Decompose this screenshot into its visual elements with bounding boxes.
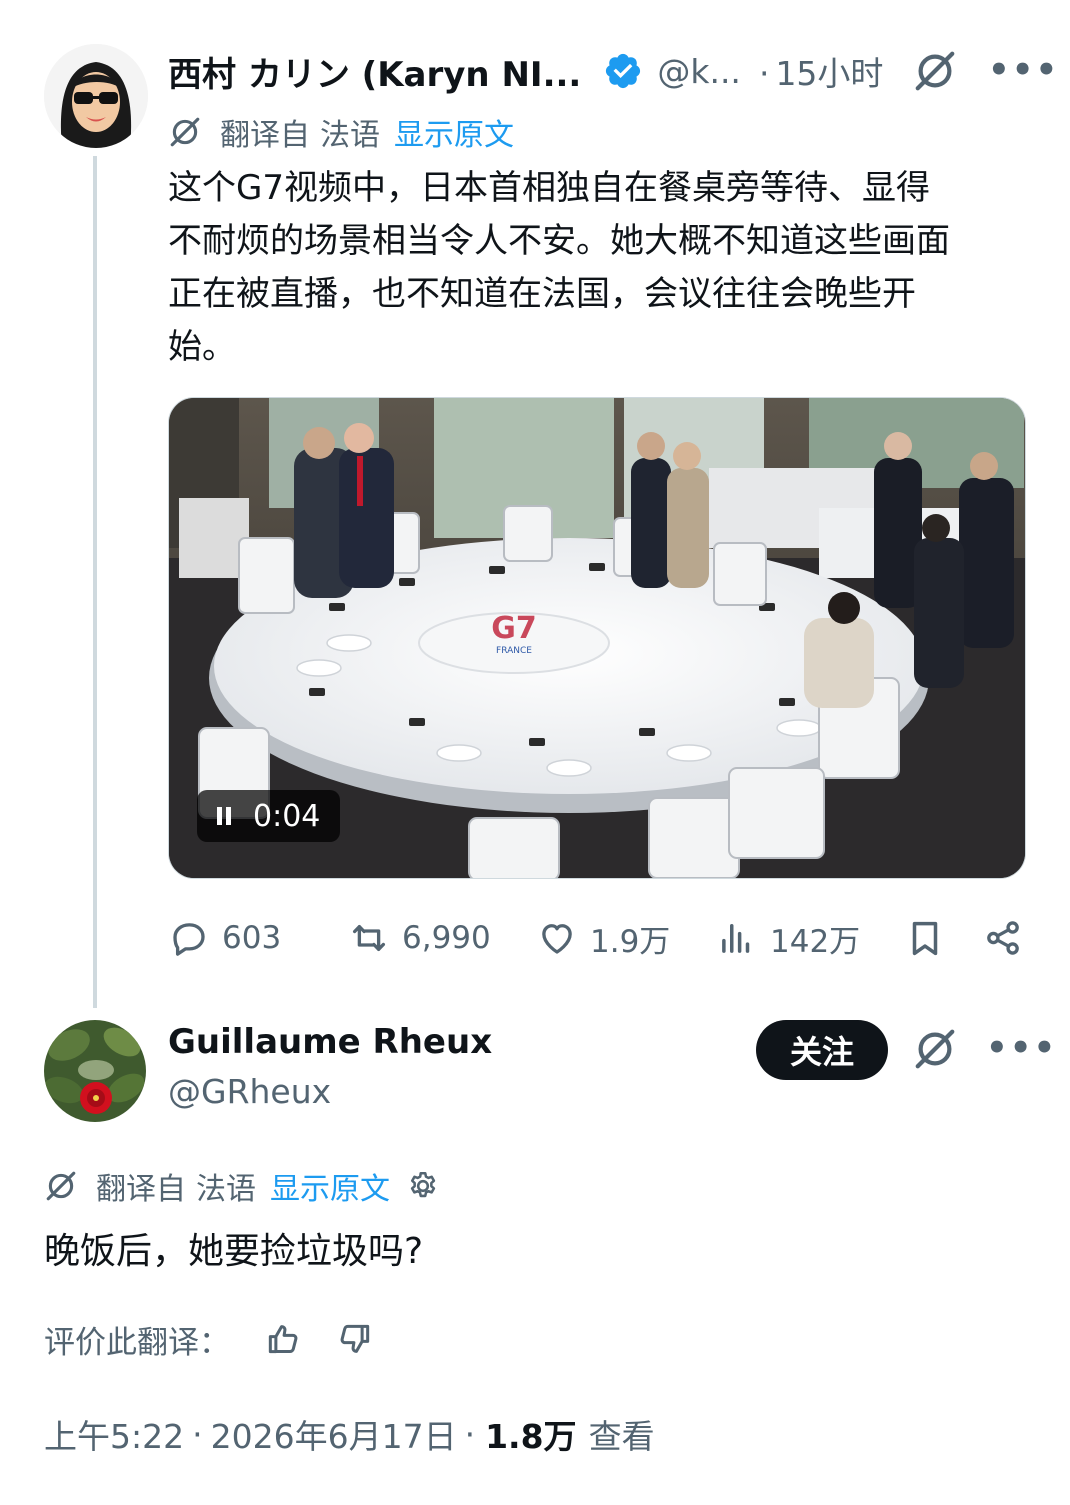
author-handle[interactable]: @k... bbox=[657, 52, 741, 91]
repost-icon bbox=[352, 924, 386, 952]
heart-icon bbox=[542, 924, 572, 954]
translated-from-label: 翻译自 bbox=[96, 1172, 186, 1207]
video-elapsed-time: 0:04 bbox=[253, 798, 321, 834]
source-language: 法语 bbox=[320, 118, 380, 153]
tweet-text: 这个G7视频中，日本首相独自在餐桌旁等待、显得 不耐烦的场景相当令人不安。她大概… bbox=[168, 162, 1048, 374]
reply-button[interactable]: 603 bbox=[168, 910, 281, 966]
show-original-link[interactable]: 显示原文 bbox=[270, 1164, 390, 1208]
translation-bar: 翻译自 法语 显示原文 bbox=[168, 110, 514, 154]
more-options-icon[interactable]: ••• bbox=[986, 1028, 1057, 1068]
reply-count: 603 bbox=[222, 920, 282, 956]
meta-separator: · bbox=[192, 1414, 203, 1454]
verified-badge-icon bbox=[606, 53, 641, 89]
repost-button[interactable]: 6,990 bbox=[348, 910, 491, 966]
reply-author-display-name[interactable]: Guillaume Rheux bbox=[168, 1022, 492, 1062]
video-player[interactable]: G7 FRANCE 0:04 bbox=[168, 397, 1026, 879]
tweet-action-bar: 603 6,990 1.9万 142万 bbox=[168, 910, 1038, 966]
thumbs-down-icon[interactable] bbox=[336, 1320, 374, 1358]
author-display-name[interactable]: 西村 カリン (Karyn NI... bbox=[168, 47, 581, 96]
views-button[interactable]: 142万 bbox=[716, 910, 860, 966]
share-button[interactable] bbox=[982, 910, 1036, 966]
tweet-text-line: 正在被直播，也不知道在法国，会议往往会晚些开 bbox=[168, 274, 916, 314]
reply-author-avatar[interactable] bbox=[44, 1020, 146, 1122]
tweet-text-line: 不耐烦的场景相当令人不安。她大概不知道这些画面 bbox=[168, 221, 950, 261]
bookmark-icon bbox=[912, 921, 938, 956]
rate-translation-row: 评价此翻译： bbox=[44, 1314, 374, 1364]
video-timecode[interactable]: 0:04 bbox=[197, 790, 341, 842]
source-language: 法语 bbox=[196, 1172, 256, 1207]
thumbs-up-icon[interactable] bbox=[264, 1320, 302, 1358]
cartoon-woman-sunglasses-avatar bbox=[44, 44, 148, 148]
meta-separator: · bbox=[464, 1414, 476, 1454]
repost-count: 6,990 bbox=[402, 920, 491, 956]
follow-button[interactable]: 关注 bbox=[756, 1020, 888, 1080]
share-icon bbox=[987, 921, 1019, 955]
like-button[interactable]: 1.9万 bbox=[536, 910, 670, 966]
reply-date[interactable]: 2026年6月17日 bbox=[211, 1410, 457, 1458]
more-options-icon[interactable]: ••• bbox=[988, 50, 1059, 90]
g7-logo-country: FRANCE bbox=[496, 646, 532, 656]
tweet-text-line: 这个G7视频中，日本首相独自在餐桌旁等待、显得 bbox=[168, 168, 930, 208]
reply-author-handle[interactable]: @GRheux bbox=[168, 1072, 331, 1111]
author-avatar[interactable] bbox=[44, 44, 148, 148]
like-count: 1.9万 bbox=[590, 923, 671, 960]
author-header: 西村 カリン (Karyn NI... @k... · 15小时 ••• bbox=[168, 46, 1057, 96]
translated-from-label: 翻译自 bbox=[220, 118, 310, 153]
g7-logo: G7 bbox=[491, 611, 537, 646]
thread-line bbox=[93, 156, 97, 1008]
reply-time[interactable]: 上午5:22 bbox=[44, 1410, 184, 1458]
bookmark-button[interactable] bbox=[904, 910, 958, 966]
reply-views-label: 查看 bbox=[588, 1417, 655, 1456]
grok-translate-icon bbox=[170, 117, 200, 147]
bar-chart-icon bbox=[722, 924, 750, 953]
reply-views-count: 1.8万 bbox=[485, 1417, 577, 1456]
tweet-time[interactable]: 15小时 bbox=[775, 54, 883, 93]
tweet-text-line: 始。 bbox=[168, 327, 236, 367]
time-separator: · bbox=[758, 54, 770, 93]
reply-text: 晚饭后，她要捡垃圾吗? bbox=[44, 1231, 424, 1272]
reply-metadata: 上午5:22 · 2026年6月17日 · 1.8万 查看 bbox=[44, 1410, 655, 1458]
red-camellia-flower-avatar bbox=[44, 1020, 146, 1122]
grok-icon[interactable] bbox=[912, 1026, 958, 1072]
gear-icon[interactable] bbox=[406, 1169, 440, 1203]
grok-icon[interactable] bbox=[912, 48, 958, 94]
grok-translate-icon bbox=[46, 1171, 76, 1201]
rate-translation-label: 评价此翻译： bbox=[44, 1324, 230, 1361]
reply-translation-bar: 翻译自 法语 显示原文 bbox=[44, 1164, 440, 1208]
pause-icon[interactable] bbox=[217, 807, 231, 825]
show-original-link[interactable]: 显示原文 bbox=[394, 110, 514, 154]
view-count: 142万 bbox=[770, 923, 861, 960]
reply-bubble-icon bbox=[173, 923, 205, 956]
